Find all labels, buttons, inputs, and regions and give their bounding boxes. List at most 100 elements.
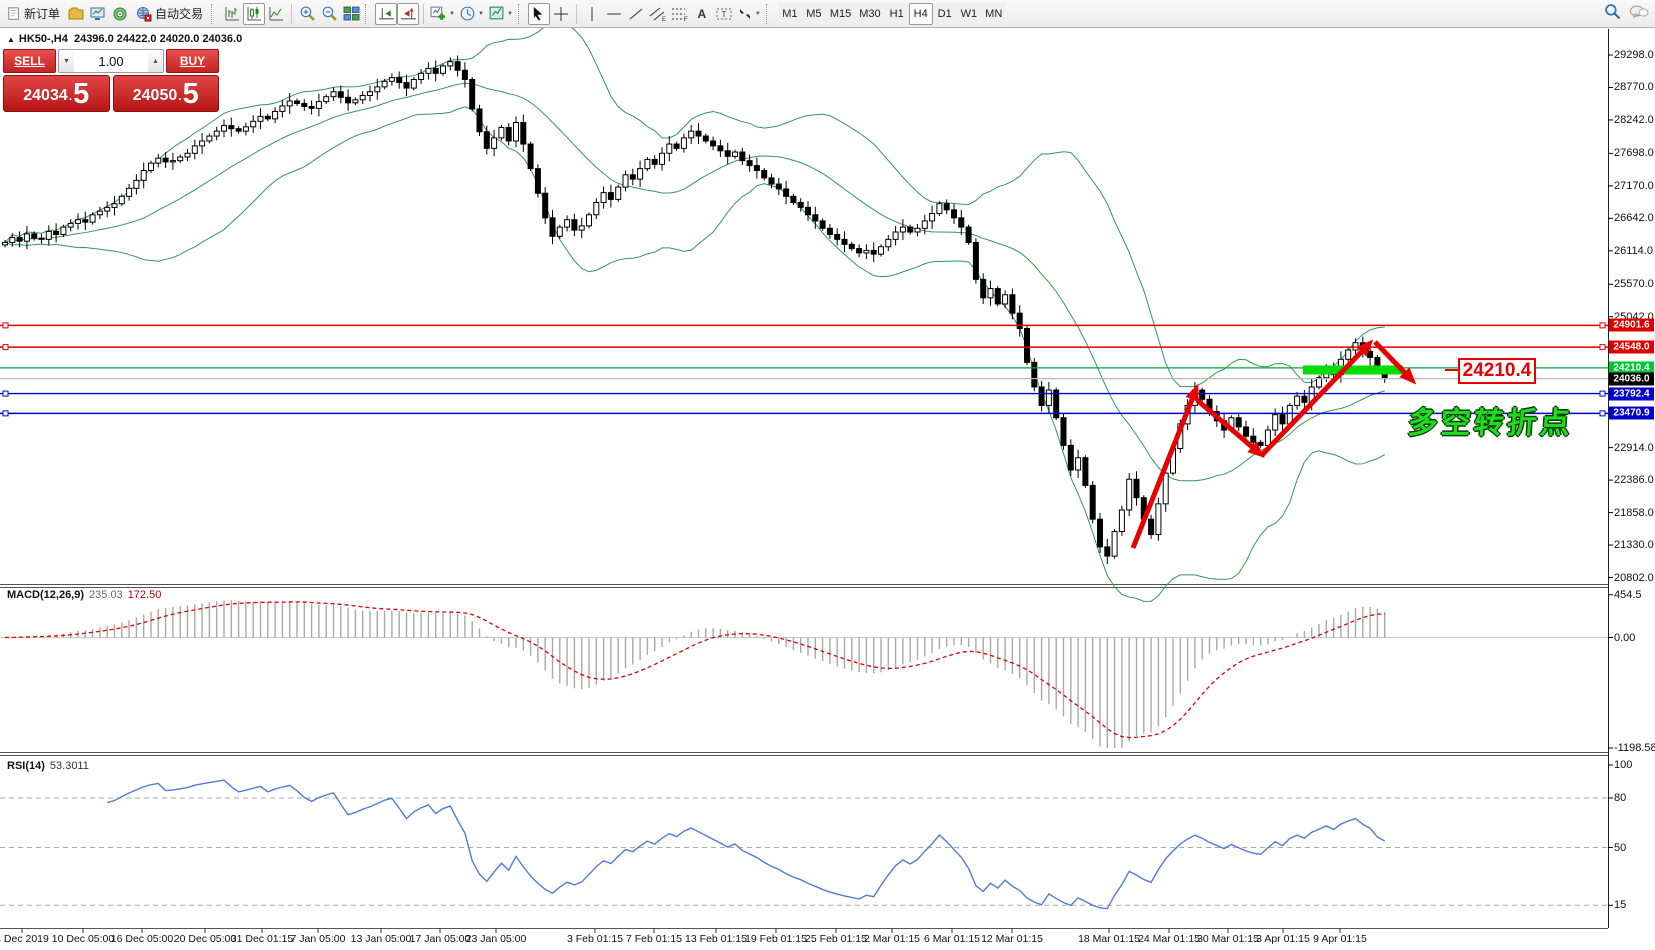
timeframe-h1[interactable]: H1	[885, 3, 909, 25]
new-order-button[interactable]: 新订单	[2, 3, 65, 25]
turning-point-note[interactable]: 多空转折点	[1406, 398, 1589, 442]
pane-divider[interactable]	[0, 584, 1608, 585]
crosshair-icon	[553, 6, 569, 22]
ask-price-tile[interactable]: 24050.5	[113, 75, 220, 112]
auto-trading-label: 自动交易	[155, 5, 203, 22]
toolbar-separator	[291, 4, 292, 24]
one-click-trading-panel: SELL ▼ ▲ BUY 24034.5 24050.5	[3, 49, 219, 112]
horizontal-line-tool[interactable]	[603, 3, 625, 25]
autotrading-icon	[136, 6, 152, 22]
trendline-icon	[628, 6, 644, 22]
zoom-in-button[interactable]	[296, 3, 318, 25]
chevron-down-icon: ▼	[449, 11, 455, 17]
main-chart-surface[interactable]	[0, 30, 1608, 584]
vertical-line-tool[interactable]	[581, 3, 603, 25]
tile-windows-button[interactable]	[340, 3, 362, 25]
mt4-window: 新订单 自动交易	[0, 0, 1655, 950]
equidistant-channel-tool[interactable]: E	[647, 3, 669, 25]
signal-icon	[112, 6, 128, 22]
timeframe-w1[interactable]: W1	[957, 3, 982, 25]
macd-main-value: 235.03	[89, 589, 123, 601]
profiles-button[interactable]	[65, 3, 87, 25]
chat-icon[interactable]	[1629, 4, 1649, 20]
price-axis[interactable]	[1609, 30, 1655, 928]
timeframe-m5[interactable]: M5	[802, 3, 826, 25]
macd-pane-surface[interactable]	[0, 588, 1608, 752]
timeframe-m1[interactable]: M1	[778, 3, 802, 25]
timeframe-h4[interactable]: H4	[909, 3, 933, 25]
market-watch-button[interactable]	[87, 3, 109, 25]
toolbar-gripper	[518, 4, 523, 24]
fibonacci-tool[interactable]: F	[669, 3, 691, 25]
timeframe-mn[interactable]: MN	[981, 3, 1006, 25]
time-axis-border	[0, 928, 1608, 929]
rsi-pane-surface[interactable]	[0, 756, 1608, 928]
auto-scroll-button[interactable]	[375, 3, 397, 25]
zoom-out-button[interactable]	[318, 3, 340, 25]
cursor-button[interactable]	[528, 3, 550, 25]
bid-dot: .	[69, 83, 72, 109]
timeframe-bar: M1M5M15M30H1H4D1W1MN	[778, 3, 1006, 25]
text-label-tool[interactable]: T	[713, 3, 735, 25]
volume-increase-button[interactable]: ▲	[148, 50, 163, 72]
line-chart-button[interactable]	[265, 3, 287, 25]
new-order-label: 新订单	[24, 5, 60, 22]
buy-button[interactable]: BUY	[166, 49, 219, 73]
sell-button[interactable]: SELL	[3, 49, 56, 73]
bid-frac: 5	[73, 80, 89, 109]
timeframe-d1[interactable]: D1	[933, 3, 957, 25]
tile-windows-icon	[343, 5, 360, 22]
templates-button[interactable]: ▼	[486, 3, 515, 25]
time-axis[interactable]	[0, 930, 1608, 950]
macd-signal-value: 172.50	[128, 589, 162, 601]
new-order-icon	[7, 7, 21, 21]
chevron-down-icon: ▼	[755, 11, 761, 17]
rsi-name: RSI(14)	[7, 760, 45, 772]
crosshair-button[interactable]	[550, 3, 572, 25]
rsi-label: RSI(14)53.3011	[7, 760, 89, 772]
candlestick-chart-button[interactable]	[243, 3, 265, 25]
zoom-in-icon	[299, 5, 316, 22]
text-tool-icon: A	[698, 7, 707, 21]
ohlc-low: 24020.0	[160, 33, 200, 45]
collapse-triangle-icon[interactable]: ▲	[7, 35, 15, 44]
toolbar-separator	[423, 4, 424, 24]
volume-input[interactable]	[74, 50, 148, 72]
timeframe-m30[interactable]: M30	[855, 3, 884, 25]
price-level-callout[interactable]: 24210.4	[1458, 358, 1536, 384]
new-chart-button[interactable]: ▼	[428, 3, 457, 25]
ask-frac: 5	[183, 80, 199, 109]
chart-shift-button[interactable]	[397, 3, 419, 25]
timeframe-m15[interactable]: M15	[826, 3, 855, 25]
channel-icon: E	[649, 6, 667, 22]
ohlc-open: 24396.0	[74, 33, 114, 45]
monitor-icon	[90, 6, 106, 22]
bid-price-tile[interactable]: 24034.5	[3, 75, 110, 112]
candlestick-icon	[246, 6, 262, 22]
periods-button[interactable]: ▼	[457, 3, 486, 25]
auto-trading-button[interactable]: 自动交易	[131, 3, 208, 25]
toolbar-gripper	[766, 4, 771, 24]
ohlc-high: 24422.0	[117, 33, 157, 45]
text-tool[interactable]: A	[691, 3, 713, 25]
toolbar-gripper	[211, 4, 216, 24]
navigator-button[interactable]	[109, 3, 131, 25]
pane-divider[interactable]	[0, 752, 1608, 753]
svg-text:T: T	[721, 10, 726, 19]
ask-main: 24050	[133, 83, 178, 109]
svg-text:E: E	[662, 17, 666, 22]
search-icon[interactable]	[1604, 3, 1621, 20]
cursor-arrow-icon	[531, 6, 546, 21]
arrows-icon	[737, 6, 753, 22]
bid-main: 24034	[23, 83, 68, 109]
trendline-tool[interactable]	[625, 3, 647, 25]
volume-decrease-button[interactable]: ▼	[59, 50, 74, 72]
vertical-line-icon	[584, 6, 600, 22]
toolbar-gripper	[365, 4, 370, 24]
arrows-tool[interactable]: ▼	[735, 3, 763, 25]
horizontal-line-icon	[606, 6, 622, 22]
toolbar-separator	[576, 4, 577, 24]
bar-chart-button[interactable]	[221, 3, 243, 25]
volume-spinner: ▼ ▲	[58, 49, 164, 73]
ohlc-close: 24036.0	[202, 33, 242, 45]
